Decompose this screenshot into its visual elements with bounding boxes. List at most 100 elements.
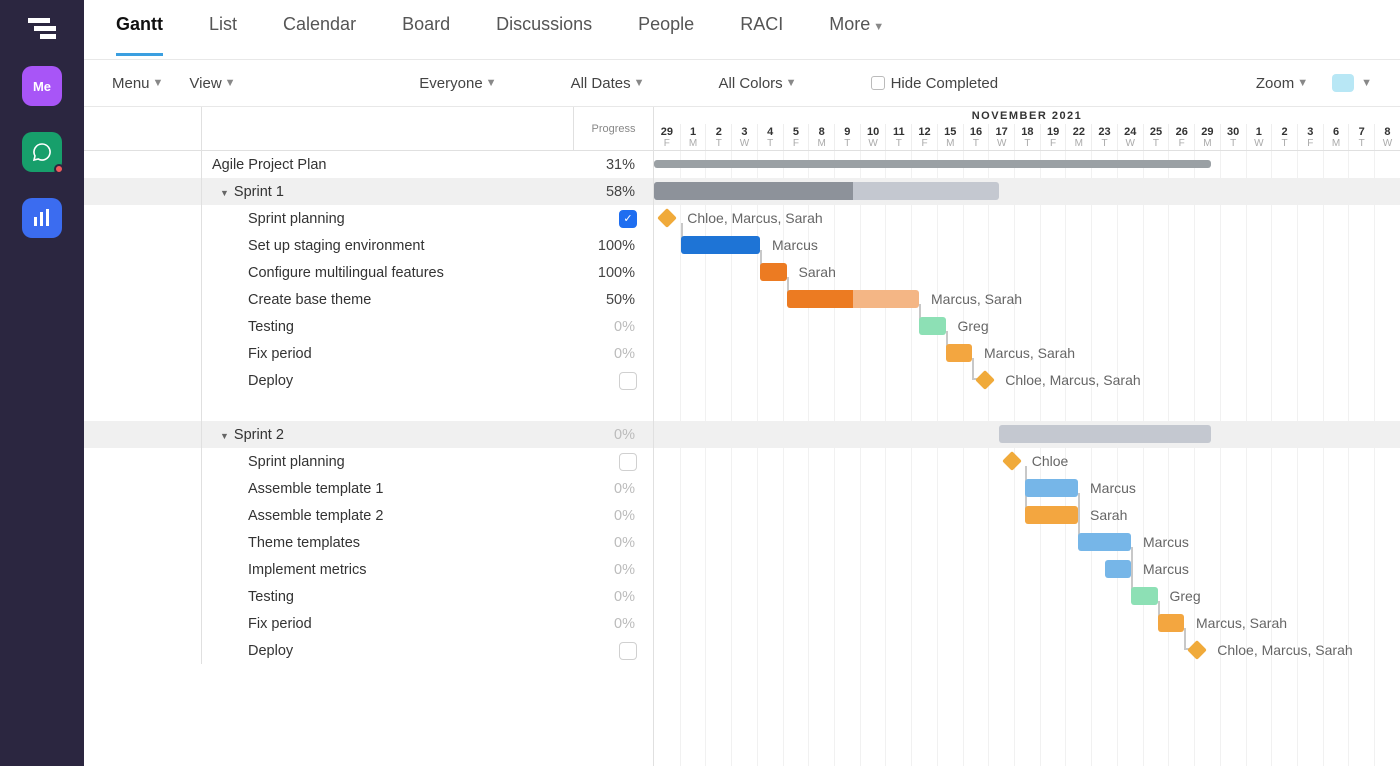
day-column: 23T bbox=[1091, 124, 1117, 150]
gantt-bar[interactable] bbox=[1158, 614, 1185, 632]
view-dropdown[interactable]: View▼ bbox=[189, 75, 235, 92]
task-name: ▼Sprint 2 bbox=[202, 427, 573, 443]
task-name: Set up staging environment bbox=[202, 238, 573, 254]
day-column: 4T bbox=[757, 124, 783, 150]
sprint-row[interactable]: ▼Sprint 20% bbox=[84, 421, 653, 448]
assignees-label: Marcus bbox=[1090, 480, 1136, 496]
milestone-icon[interactable] bbox=[975, 370, 995, 390]
task-progress bbox=[573, 642, 653, 660]
gantt-bar[interactable] bbox=[654, 182, 999, 200]
tab-list[interactable]: List bbox=[209, 14, 237, 56]
day-column: 12F bbox=[911, 124, 937, 150]
milestone-icon[interactable] bbox=[657, 208, 677, 228]
tab-gantt[interactable]: Gantt bbox=[116, 14, 163, 56]
hide-completed-toggle[interactable]: Hide Completed bbox=[871, 75, 999, 92]
day-column: 17W bbox=[988, 124, 1014, 150]
tab-more[interactable]: More▼ bbox=[829, 14, 884, 56]
day-column: 30T bbox=[1220, 124, 1246, 150]
gantt-bar[interactable] bbox=[787, 290, 920, 308]
tab-raci[interactable]: RACI bbox=[740, 14, 783, 56]
color-swatch-dropdown[interactable]: ▼ bbox=[1322, 74, 1372, 92]
task-row[interactable]: Implement metrics0% bbox=[84, 556, 653, 583]
task-name: Agile Project Plan bbox=[202, 157, 573, 173]
filter-everyone[interactable]: Everyone▼ bbox=[419, 75, 496, 92]
day-column: 8M bbox=[808, 124, 834, 150]
day-column: 2T bbox=[705, 124, 731, 150]
chevron-down-icon: ▼ bbox=[1361, 77, 1372, 89]
task-name: Sprint planning bbox=[202, 211, 573, 227]
task-row[interactable]: Deploy bbox=[84, 637, 653, 664]
timeline-header: NOVEMBER 2021 29F1M2T3W4T5F8M9T10W11T12F… bbox=[654, 107, 1400, 151]
task-row[interactable]: Assemble template 10% bbox=[84, 475, 653, 502]
task-row[interactable]: Deploy bbox=[84, 367, 653, 394]
task-row[interactable]: Assemble template 20% bbox=[84, 502, 653, 529]
task-name: Implement metrics bbox=[202, 562, 573, 578]
task-progress: 0% bbox=[573, 481, 653, 497]
chevron-down-icon: ▼ bbox=[1297, 77, 1308, 89]
filter-colors[interactable]: All Colors▼ bbox=[718, 75, 796, 92]
tab-board[interactable]: Board bbox=[402, 14, 450, 56]
milestone-icon[interactable] bbox=[1002, 451, 1022, 471]
sprint-row[interactable]: ▼Sprint 158% bbox=[84, 178, 653, 205]
me-label: Me bbox=[33, 79, 51, 94]
day-column: 1M bbox=[680, 124, 706, 150]
checkbox-icon bbox=[619, 642, 637, 660]
task-progress: 0% bbox=[573, 535, 653, 551]
gantt-bar[interactable] bbox=[760, 263, 787, 281]
gantt-bar[interactable] bbox=[654, 160, 1211, 168]
assignees-label: Marcus, Sarah bbox=[931, 291, 1022, 307]
chevron-down-icon: ▼ bbox=[873, 21, 884, 33]
gantt-bar[interactable] bbox=[919, 317, 946, 335]
gantt-bar[interactable] bbox=[1105, 560, 1132, 578]
day-column: 25T bbox=[1143, 124, 1169, 150]
gantt-bar[interactable] bbox=[1131, 587, 1158, 605]
day-column: 22M bbox=[1065, 124, 1091, 150]
filter-dates[interactable]: All Dates▼ bbox=[571, 75, 645, 92]
milestone-icon[interactable] bbox=[1187, 640, 1207, 660]
gantt-bar[interactable] bbox=[1078, 533, 1131, 551]
me-button[interactable]: Me bbox=[22, 66, 62, 106]
task-row[interactable]: Create base theme50% bbox=[84, 286, 653, 313]
day-column: 10W bbox=[860, 124, 886, 150]
task-progress: ✓ bbox=[573, 210, 653, 228]
gantt-bar[interactable] bbox=[681, 236, 761, 254]
task-progress: 0% bbox=[573, 562, 653, 578]
day-column: 9T bbox=[834, 124, 860, 150]
reports-button[interactable] bbox=[22, 198, 62, 238]
assignees-label: Marcus, Sarah bbox=[984, 345, 1075, 361]
checkbox-icon bbox=[871, 76, 885, 90]
bar-chart-icon bbox=[33, 209, 51, 227]
task-row[interactable]: Testing0% bbox=[84, 583, 653, 610]
chevron-down-icon: ▼ bbox=[486, 77, 497, 89]
progress-column-header: Progress bbox=[573, 107, 653, 150]
task-row[interactable]: Fix period0% bbox=[84, 610, 653, 637]
tab-discussions[interactable]: Discussions bbox=[496, 14, 592, 56]
task-row[interactable]: Sprint planning bbox=[84, 448, 653, 475]
task-name: Deploy bbox=[202, 643, 573, 659]
project-row[interactable]: Agile Project Plan31% bbox=[84, 151, 653, 178]
task-row[interactable]: Sprint planning✓ bbox=[84, 205, 653, 232]
menu-dropdown[interactable]: Menu▼ bbox=[112, 75, 163, 92]
zoom-dropdown[interactable]: Zoom▼ bbox=[1256, 75, 1308, 92]
task-name: Deploy bbox=[202, 373, 573, 389]
tab-people[interactable]: People bbox=[638, 14, 694, 56]
task-row[interactable]: Testing0% bbox=[84, 313, 653, 340]
day-column: 8W bbox=[1374, 124, 1400, 150]
assignees-label: Marcus bbox=[1143, 561, 1189, 577]
day-column: 15M bbox=[937, 124, 963, 150]
task-row[interactable]: Set up staging environment100% bbox=[84, 232, 653, 259]
assignees-label: Greg bbox=[958, 318, 989, 334]
task-row[interactable]: Theme templates0% bbox=[84, 529, 653, 556]
task-row[interactable]: Configure multilingual features100% bbox=[84, 259, 653, 286]
gantt-bar[interactable] bbox=[1025, 506, 1078, 524]
gantt-bar[interactable] bbox=[1025, 479, 1078, 497]
day-column: 3F bbox=[1297, 124, 1323, 150]
task-progress: 0% bbox=[573, 616, 653, 632]
gantt-bar[interactable] bbox=[946, 344, 973, 362]
assignees-label: Chloe bbox=[1032, 453, 1069, 469]
task-row[interactable]: Fix period0% bbox=[84, 340, 653, 367]
chat-button[interactable] bbox=[22, 132, 62, 172]
tab-calendar[interactable]: Calendar bbox=[283, 14, 356, 56]
task-name: Assemble template 2 bbox=[202, 508, 573, 524]
gantt-bar[interactable] bbox=[999, 425, 1211, 443]
